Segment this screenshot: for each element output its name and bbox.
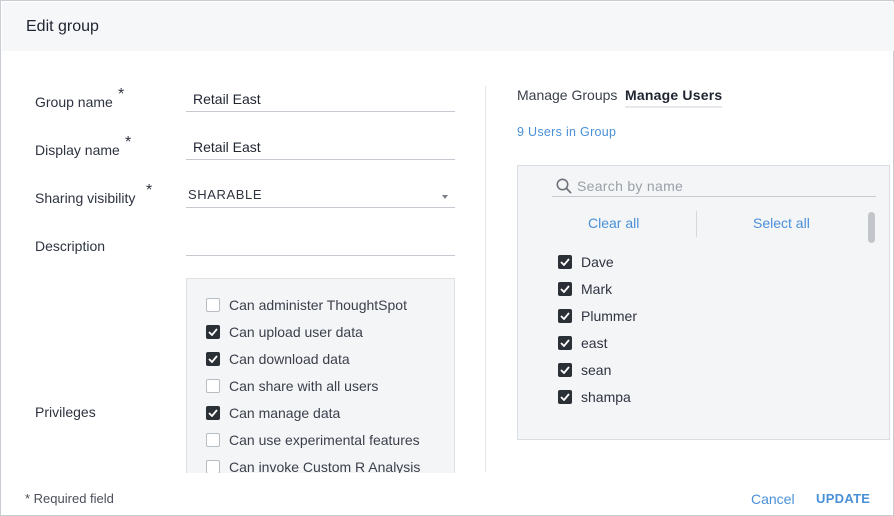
panel-divider — [485, 86, 486, 472]
search-icon — [556, 178, 572, 194]
tab-manage-users[interactable]: Manage Users — [625, 87, 723, 108]
checkbox[interactable] — [206, 298, 220, 312]
display-name-label: Display name — [35, 142, 120, 158]
checkbox-checked[interactable] — [558, 282, 572, 296]
sharing-visibility-value: SHARABLE — [188, 187, 263, 202]
clear-all-button[interactable]: Clear all — [588, 215, 639, 231]
sharing-visibility-select[interactable]: SHARABLE — [186, 183, 455, 208]
privilege-label: Can use experimental features — [229, 432, 420, 448]
user-item[interactable]: sean — [558, 361, 611, 379]
checkbox-checked[interactable] — [558, 363, 572, 377]
check-icon — [560, 393, 570, 401]
checkbox-checked[interactable] — [558, 390, 572, 404]
search-input[interactable] — [577, 177, 867, 195]
check-icon — [208, 328, 218, 336]
required-asterisk: * — [125, 134, 132, 151]
privilege-item[interactable]: Can administer ThoughtSpot — [206, 296, 407, 314]
check-icon — [560, 258, 570, 266]
sharing-visibility-label: Sharing visibility — [35, 190, 136, 206]
user-name: Dave — [581, 254, 614, 270]
privilege-label: Can administer ThoughtSpot — [229, 297, 407, 313]
privilege-item[interactable]: Can manage data — [206, 404, 340, 422]
checkbox-checked[interactable] — [558, 255, 572, 269]
privileges-label: Privileges — [35, 404, 96, 420]
search-box — [552, 176, 876, 197]
description-field[interactable] — [186, 231, 455, 256]
checkbox[interactable] — [206, 460, 220, 473]
user-item[interactable]: Mark — [558, 280, 612, 298]
privilege-item[interactable]: Can download data — [206, 350, 350, 368]
description-label: Description — [35, 238, 106, 254]
checkbox-checked[interactable] — [558, 336, 572, 350]
dialog-header: Edit group — [2, 2, 894, 51]
check-icon — [208, 355, 218, 363]
privilege-label: Can invoke Custom R Analysis — [229, 459, 421, 473]
check-icon — [208, 409, 218, 417]
required-field-note: * Required field — [25, 491, 114, 506]
users-panel: Clear all Select all Dave Mark Plummer e… — [517, 165, 890, 440]
display-name-value: Retail East — [193, 139, 261, 155]
user-item[interactable]: Plummer — [558, 307, 637, 325]
checkbox-checked[interactable] — [206, 352, 220, 366]
checkbox[interactable] — [206, 433, 220, 447]
user-name: Plummer — [581, 308, 638, 324]
user-item[interactable]: shampa — [558, 388, 631, 406]
checkbox-checked[interactable] — [206, 406, 220, 420]
user-name: Mark — [581, 281, 613, 297]
privilege-item[interactable]: Can share with all users — [206, 377, 378, 395]
scrollbar-thumb[interactable] — [868, 212, 875, 243]
display-name-field[interactable]: Retail East — [186, 135, 455, 160]
dialog-title: Edit group — [26, 18, 99, 35]
user-name: east — [581, 335, 608, 351]
privilege-item[interactable]: Can use experimental features — [206, 431, 420, 449]
checkbox[interactable] — [206, 379, 220, 393]
tab-manage-groups[interactable]: Manage Groups — [517, 87, 617, 106]
group-name-value: Retail East — [193, 91, 261, 107]
privileges-list: Can administer ThoughtSpot Can upload us… — [186, 278, 455, 473]
privilege-label: Can upload user data — [229, 324, 363, 340]
user-item[interactable]: Dave — [558, 253, 614, 271]
users-scrollbar[interactable] — [868, 210, 876, 440]
privilege-label: Can download data — [229, 351, 350, 367]
checkbox-checked[interactable] — [206, 325, 220, 339]
user-name: shampa — [581, 389, 631, 405]
checkbox-checked[interactable] — [558, 309, 572, 323]
required-asterisk: * — [118, 86, 125, 103]
update-button[interactable]: UPDATE — [816, 491, 870, 506]
chevron-down-icon — [442, 195, 448, 199]
users-in-group-count: 9 Users in Group — [517, 125, 617, 139]
privilege-label: Can manage data — [229, 405, 341, 421]
check-icon — [560, 312, 570, 320]
check-icon — [560, 285, 570, 293]
required-asterisk: * — [146, 182, 153, 199]
user-item[interactable]: east — [558, 334, 607, 352]
cancel-button[interactable]: Cancel — [751, 491, 795, 507]
select-all-button[interactable]: Select all — [753, 215, 810, 231]
privilege-label: Can share with all users — [229, 378, 379, 394]
check-icon — [560, 366, 570, 374]
check-icon — [560, 339, 570, 347]
action-divider — [696, 211, 697, 237]
user-name: sean — [581, 362, 612, 378]
group-name-field[interactable]: Retail East — [186, 87, 455, 112]
privilege-item[interactable]: Can upload user data — [206, 323, 363, 341]
group-name-label: Group name — [35, 94, 113, 110]
privilege-item[interactable]: Can invoke Custom R Analysis — [206, 458, 420, 473]
edit-group-dialog: Edit group Group name * Retail East Disp… — [0, 0, 894, 516]
